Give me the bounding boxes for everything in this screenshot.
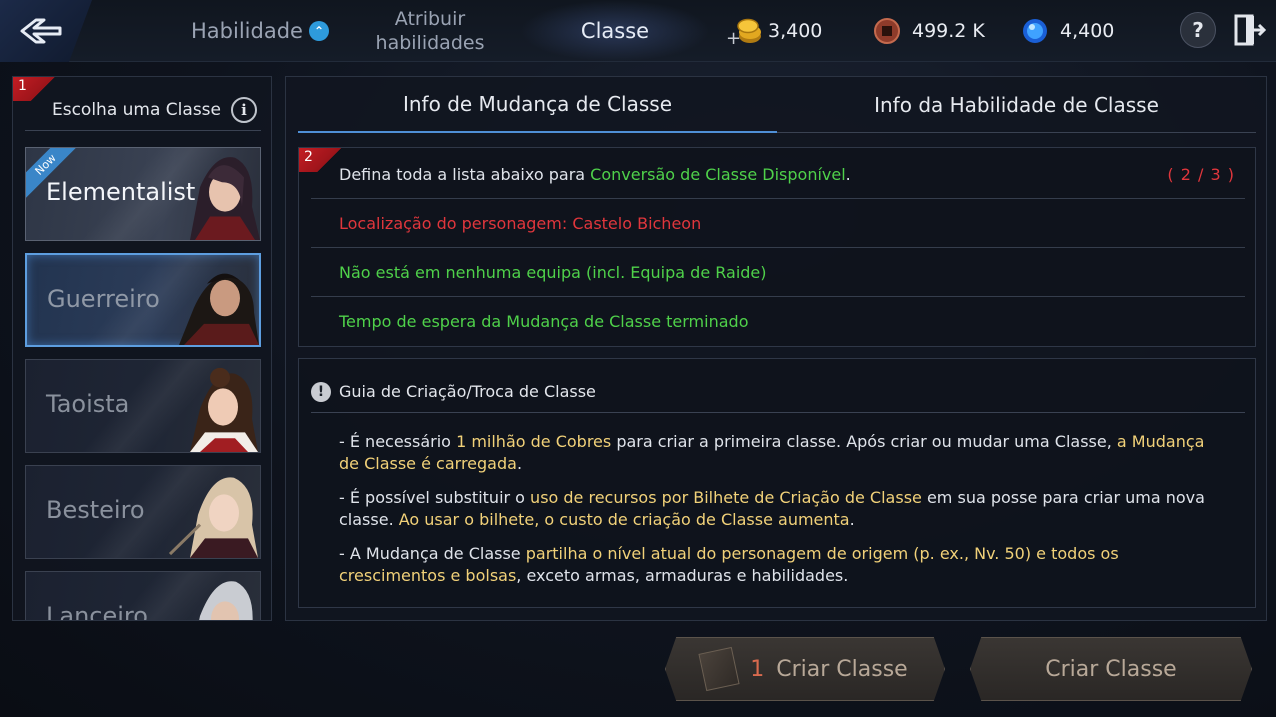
copper-amount: 499.2 K	[912, 20, 985, 42]
tab-atribuir-label: Atribuir habilidades	[375, 8, 485, 54]
guide-paragraph: - A Mudança de Classe partilha o nível a…	[339, 543, 1219, 587]
class-selection-panel: 1 Escolha uma Classe i Now Elementalist …	[12, 76, 272, 621]
guide-title: ! Guia de Criação/Troca de Classe	[311, 371, 1245, 413]
ticket-count: 1	[750, 656, 765, 682]
tab-class-change-info[interactable]: Info de Mudança de Classe	[298, 77, 777, 133]
info-subtabs: Info de Mudança de Classe Info da Habili…	[298, 77, 1256, 133]
gold-amount: 3,400	[768, 20, 823, 42]
intro-prefix: Defina toda a lista abaixo para	[339, 164, 591, 184]
back-arrow-icon	[20, 18, 62, 44]
class-card-lanceiro[interactable]: Lanceiro	[25, 571, 261, 621]
guide-highlight: Ao usar o bilhete, o custo de criação de…	[398, 510, 850, 529]
guide-text: para criar a primeira classe. Após criar…	[611, 432, 1117, 451]
class-ticket-icon	[698, 646, 740, 692]
guerreiro-portrait	[179, 273, 259, 345]
class-selection-header: Escolha uma Classe i	[25, 89, 261, 131]
guide-text: - É possível substituir o	[339, 488, 531, 507]
class-selection-title: Escolha uma Classe	[51, 99, 221, 120]
class-name: Elementalist	[46, 178, 196, 206]
guide-title-text: Guia de Criação/Troca de Classe	[339, 382, 596, 401]
class-card-guerreiro[interactable]: Guerreiro	[25, 253, 261, 347]
guide-text: .	[516, 454, 523, 473]
blue-gem-icon	[1020, 16, 1054, 46]
back-button[interactable]	[0, 0, 92, 62]
button-content: Criar Classe	[1045, 657, 1176, 682]
requirements-intro: Defina toda a lista abaixo para Conversã…	[311, 150, 1245, 199]
top-bar: Habilidade ⌃ Atribuir habilidades Classe…	[0, 0, 1276, 62]
requirements-count: ( 2 / 3 )	[1167, 164, 1235, 184]
copper-coin-icon	[872, 16, 906, 46]
create-button-label: Criar Classe	[1045, 656, 1177, 682]
intro-suffix: .	[845, 164, 851, 184]
gem-amount: 4,400	[1060, 20, 1115, 42]
gem-currency: 4,400	[1020, 16, 1114, 46]
taoista-portrait	[190, 367, 258, 452]
guide-body: - É necessário 1 milhão de Cobres para c…	[339, 431, 1219, 599]
tab-class-skill-info-label: Info da Habilidade de Classe	[874, 93, 1159, 117]
besteiro-portrait	[168, 477, 258, 558]
tab-habilidade[interactable]: Habilidade ⌃	[170, 0, 350, 62]
class-card-elementalist[interactable]: Now Elementalist	[25, 147, 261, 241]
guide-text: .	[849, 510, 855, 529]
tab-habilidade-label: Habilidade	[191, 19, 303, 43]
tab-classe-label: Classe	[580, 19, 650, 43]
requirement-party: Não está em nenhuma equipa (incl. Equipa…	[311, 248, 1245, 297]
guide-box[interactable]: ! Guia de Criação/Troca de Classe - É ne…	[298, 358, 1256, 608]
class-name: Lanceiro	[46, 602, 148, 621]
exit-door-icon	[1234, 14, 1267, 46]
intro-highlight: Conversão de Classe Disponível	[590, 164, 846, 184]
tab-class-skill-info[interactable]: Info da Habilidade de Classe	[777, 77, 1256, 133]
tab-class-change-info-label: Info de Mudança de Classe	[402, 92, 672, 116]
class-name: Besteiro	[46, 496, 145, 524]
help-question-icon: ?	[1192, 18, 1204, 42]
button-content: 1 Criar Classe	[698, 646, 908, 692]
requirement-text: Não está em nenhuma equipa (incl. Equipa…	[339, 262, 767, 282]
guide-text: - A Mudança de Classe	[339, 544, 526, 563]
requirement-text: Tempo de espera da Mudança de Classe ter…	[339, 312, 749, 331]
create-class-button[interactable]: Criar Classe	[970, 637, 1252, 701]
help-button[interactable]: ?	[1180, 12, 1216, 48]
class-card-besteiro[interactable]: Besteiro	[25, 465, 261, 559]
ticket-button-label: Criar Classe	[776, 656, 908, 682]
create-class-ticket-button[interactable]: 1 Criar Classe	[665, 637, 945, 701]
lanceiro-portrait	[199, 581, 253, 620]
exit-button[interactable]	[1232, 12, 1267, 48]
requirements-box: 2 Defina toda a lista abaixo para Conver…	[298, 147, 1256, 347]
copper-currency: 499.2 K	[872, 16, 985, 46]
requirement-cooldown: Tempo de espera da Mudança de Classe ter…	[311, 297, 1245, 346]
guide-paragraph: - É necessário 1 milhão de Cobres para c…	[339, 431, 1219, 475]
gold-currency[interactable]: + 3,400	[726, 16, 823, 49]
guide-paragraph: - É possível substituir o uso de recurso…	[339, 487, 1219, 531]
add-plus-icon: +	[726, 28, 742, 49]
class-name: Taoista	[46, 390, 130, 418]
info-icon[interactable]: i	[231, 96, 257, 123]
upgrade-available-icon: ⌃	[308, 21, 329, 41]
class-name: Guerreiro	[47, 285, 160, 313]
tab-atribuir-habilidades[interactable]: Atribuir habilidades	[355, 0, 505, 62]
guide-highlight: uso de recursos por Bilhete de Criação d…	[530, 488, 922, 507]
guide-text: , exceto armas, armaduras e habilidades.	[516, 566, 849, 585]
class-card-taoista[interactable]: Taoista	[25, 359, 261, 453]
class-info-panel: Info de Mudança de Classe Info da Habili…	[285, 76, 1267, 621]
tab-classe[interactable]: Classe	[520, 0, 710, 62]
guide-text: - É necessário	[339, 432, 457, 451]
exclamation-icon: !	[311, 381, 331, 402]
requirement-location: Localização do personagem: Castelo Biche…	[311, 199, 1245, 248]
guide-highlight: 1 milhão de Cobres	[456, 432, 612, 451]
gold-coins-icon: +	[726, 16, 762, 49]
requirement-text: Localização do personagem: Castelo Biche…	[339, 213, 702, 233]
